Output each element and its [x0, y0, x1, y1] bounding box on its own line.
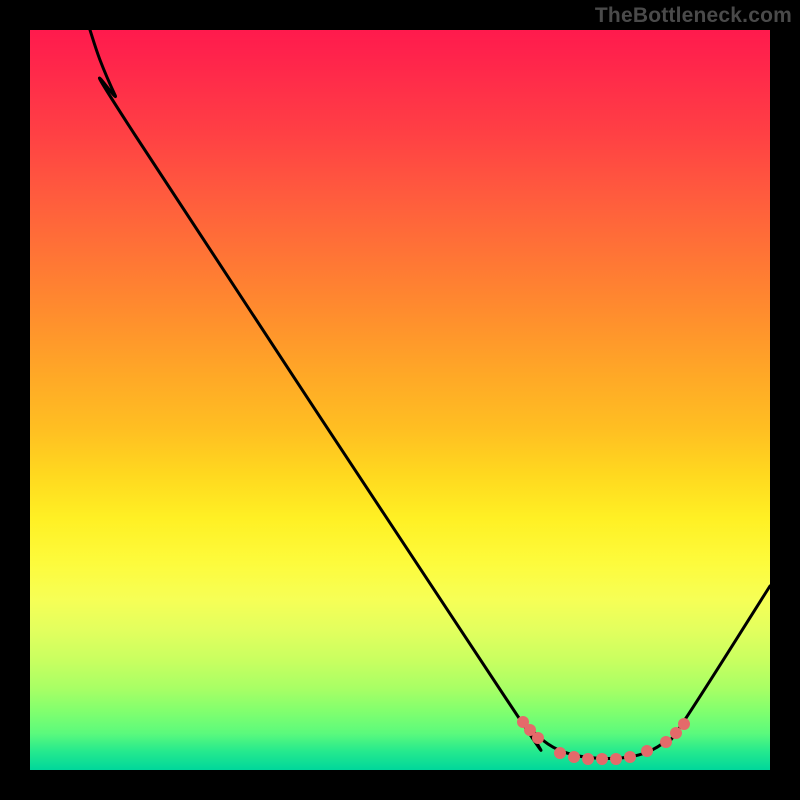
data-dot [582, 753, 594, 765]
data-dot [568, 751, 580, 763]
data-dot [554, 747, 566, 759]
data-dot [610, 753, 622, 765]
watermark-text: TheBottleneck.com [595, 4, 792, 28]
data-dot [670, 727, 682, 739]
data-dot [678, 718, 690, 730]
data-dot [624, 751, 636, 763]
data-dot [660, 736, 672, 748]
chart-frame: TheBottleneck.com [0, 0, 800, 800]
data-dot [532, 732, 544, 744]
data-dot [641, 745, 653, 757]
curve-chart [30, 30, 770, 770]
plot-area [30, 30, 770, 770]
data-dot [596, 753, 608, 765]
bottleneck-curve [90, 30, 770, 759]
